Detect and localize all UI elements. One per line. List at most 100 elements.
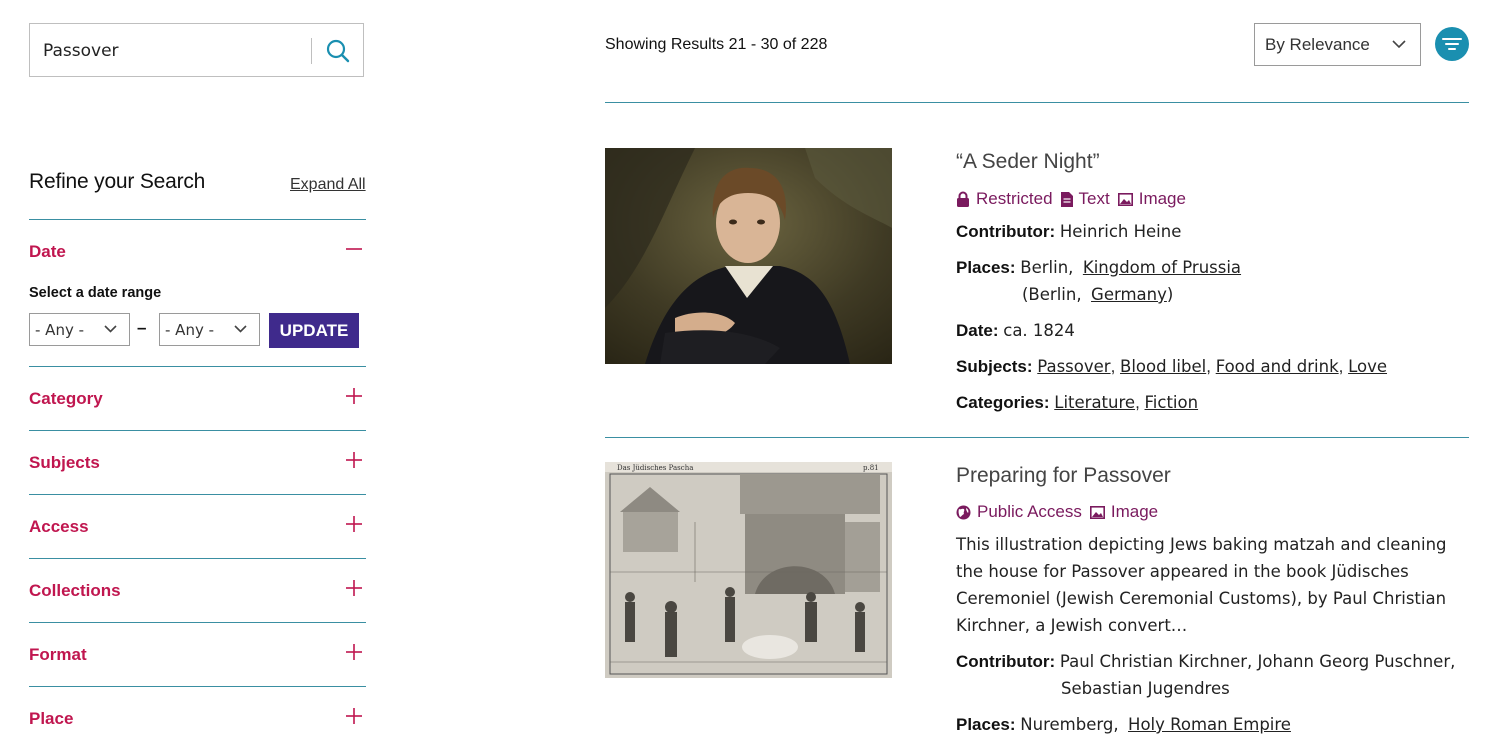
filter-icon xyxy=(1442,38,1462,50)
date-value: ca. 1824 xyxy=(1003,321,1075,340)
subject-link[interactable]: Blood libel xyxy=(1120,357,1206,376)
minus-icon[interactable] xyxy=(345,240,363,258)
plus-icon[interactable] xyxy=(345,387,363,405)
contributor-value: Heinrich Heine xyxy=(1059,222,1182,241)
place-link[interactable]: Holy Roman Empire xyxy=(1128,715,1291,734)
divider xyxy=(29,219,366,220)
plus-icon[interactable] xyxy=(345,707,363,725)
date-to-value: - Any - xyxy=(165,321,215,339)
lock-icon xyxy=(957,191,969,207)
divider xyxy=(29,430,366,431)
description-line: This illustration depicting Jews baking … xyxy=(956,535,1447,554)
place-link[interactable]: Kingdom of Prussia xyxy=(1083,258,1241,277)
text-badge: Text xyxy=(1060,189,1110,209)
image-label: Image xyxy=(1138,189,1186,208)
facet-subjects-label[interactable]: Subjects xyxy=(29,453,100,473)
divider xyxy=(605,102,1469,103)
facet-date-label[interactable]: Date xyxy=(29,242,66,262)
contributor-value-cont: Sebastian Jugendres xyxy=(1061,679,1230,698)
contributor-label: Contributor: xyxy=(956,652,1056,671)
text-label: Text xyxy=(1078,189,1110,208)
description-line: Kirchner, a Jewish convert… xyxy=(956,616,1188,635)
engraving-image: Das Jüdisches Pascha p.81 xyxy=(605,462,892,678)
filter-button[interactable] xyxy=(1435,27,1469,61)
result-badges: Public Access Image xyxy=(956,502,1166,522)
facet-access-label[interactable]: Access xyxy=(29,517,89,537)
plus-icon[interactable] xyxy=(345,579,363,597)
search-box xyxy=(29,23,364,77)
place-alt-close: ) xyxy=(1166,285,1174,304)
subject-link[interactable]: Food and drink xyxy=(1216,357,1339,376)
divider xyxy=(605,437,1469,438)
search-input[interactable] xyxy=(43,38,303,64)
date-from-select[interactable]: - Any - xyxy=(29,313,130,346)
facet-collections-label[interactable]: Collections xyxy=(29,581,121,601)
result-contributor: Contributor: Heinrich Heine xyxy=(956,222,1181,242)
category-link[interactable]: Literature xyxy=(1054,393,1135,412)
image-icon xyxy=(1089,505,1105,519)
place-city: Nuremberg, xyxy=(1020,715,1119,734)
sort-value: By Relevance xyxy=(1265,35,1370,54)
date-from-value: - Any - xyxy=(35,321,85,339)
places-label: Places: xyxy=(956,715,1016,734)
result-categories: Categories: Literature, Fiction xyxy=(956,393,1199,412)
results-count: Showing Results 21 - 30 of 228 xyxy=(605,36,828,53)
subject-link[interactable]: Passover xyxy=(1037,357,1110,376)
places-label: Places: xyxy=(956,258,1016,277)
contributor-value: Paul Christian Kirchner, Johann Georg Pu… xyxy=(1059,652,1456,671)
divider xyxy=(29,494,366,495)
facet-format-label[interactable]: Format xyxy=(29,645,87,665)
image-badge: Image xyxy=(1089,502,1159,522)
plus-icon[interactable] xyxy=(345,643,363,661)
result-places: Places: Berlin, Kingdom of Prussia xyxy=(956,258,1241,278)
place-city: Berlin, xyxy=(1020,258,1074,277)
restricted-badge: Restricted xyxy=(956,189,1053,209)
update-button[interactable]: UPDATE xyxy=(269,313,359,348)
result-badges: Restricted Text Image xyxy=(956,189,1194,209)
restricted-label: Restricted xyxy=(976,189,1053,208)
divider xyxy=(29,558,366,559)
globe-icon xyxy=(956,505,971,519)
search-icon xyxy=(326,39,350,63)
subjects-label: Subjects: xyxy=(956,357,1033,376)
facet-category-label[interactable]: Category xyxy=(29,389,103,409)
categories-label: Categories: xyxy=(956,393,1050,412)
plus-icon[interactable] xyxy=(345,451,363,469)
place-alt-link[interactable]: Germany xyxy=(1091,285,1167,304)
result-title[interactable]: Preparing for Passover xyxy=(956,464,1171,488)
result-description: This illustration depicting Jews baking … xyxy=(956,531,1466,639)
result-thumbnail[interactable]: Das Jüdisches Pascha p.81 xyxy=(605,462,892,678)
divider xyxy=(29,686,366,687)
expand-all-link[interactable]: Expand All xyxy=(290,176,366,194)
portrait-image xyxy=(605,148,892,364)
result-thumbnail[interactable] xyxy=(605,148,892,364)
chevron-down-icon xyxy=(104,325,117,333)
result-title[interactable]: “A Seder Night” xyxy=(956,150,1100,174)
result-date: Date: ca. 1824 xyxy=(956,321,1075,341)
date-range-dash: – xyxy=(137,318,147,337)
search-button[interactable] xyxy=(320,34,356,68)
contributor-label: Contributor: xyxy=(956,222,1056,241)
place-alt-city: (Berlin, xyxy=(1022,285,1082,304)
document-icon xyxy=(1060,191,1073,207)
date-range-label: Select a date range xyxy=(29,285,162,301)
image-badge: Image xyxy=(1117,189,1186,209)
image-label: Image xyxy=(1110,502,1159,521)
result-contributor: Contributor: Paul Christian Kirchner, Jo… xyxy=(956,652,1455,672)
description-line: the house for Passover appeared in the b… xyxy=(956,562,1409,581)
image-icon xyxy=(1117,192,1133,206)
facet-place-label[interactable]: Place xyxy=(29,709,73,729)
result-places-alt: (Berlin, Germany) xyxy=(1022,285,1173,305)
sort-select[interactable]: By Relevance xyxy=(1254,23,1421,66)
date-to-select[interactable]: - Any - xyxy=(159,313,260,346)
divider xyxy=(29,366,366,367)
divider xyxy=(29,622,366,623)
date-label: Date: xyxy=(956,321,999,340)
engraving-header-left: Das Jüdisches Pascha xyxy=(617,464,693,472)
engraving-header-right: p.81 xyxy=(863,464,879,472)
chevron-down-icon xyxy=(1392,40,1406,48)
subject-link[interactable]: Love xyxy=(1348,357,1387,376)
plus-icon[interactable] xyxy=(345,515,363,533)
description-line: Ceremoniel (Jewish Ceremonial Customs), … xyxy=(956,589,1447,608)
category-link[interactable]: Fiction xyxy=(1145,393,1199,412)
